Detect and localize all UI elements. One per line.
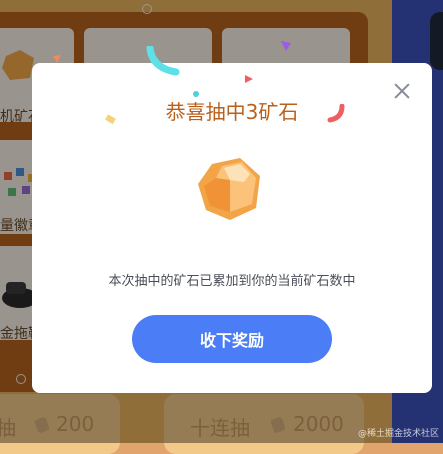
- watermark: @稀土掘金技术社区: [357, 429, 439, 439]
- reward-message: 本次抽中的矿石已累加到你的当前矿石数中: [108, 274, 356, 289]
- confetti-piece: [281, 41, 291, 51]
- modal-title: 恭喜抽中3矿石: [165, 100, 299, 124]
- confetti-piece: [53, 55, 61, 63]
- confetti-ribbon: [146, 46, 180, 76]
- ore-rock-icon: [198, 158, 260, 220]
- accept-reward-button[interactable]: 收下奖励: [132, 315, 332, 363]
- confetti-piece: [245, 75, 253, 83]
